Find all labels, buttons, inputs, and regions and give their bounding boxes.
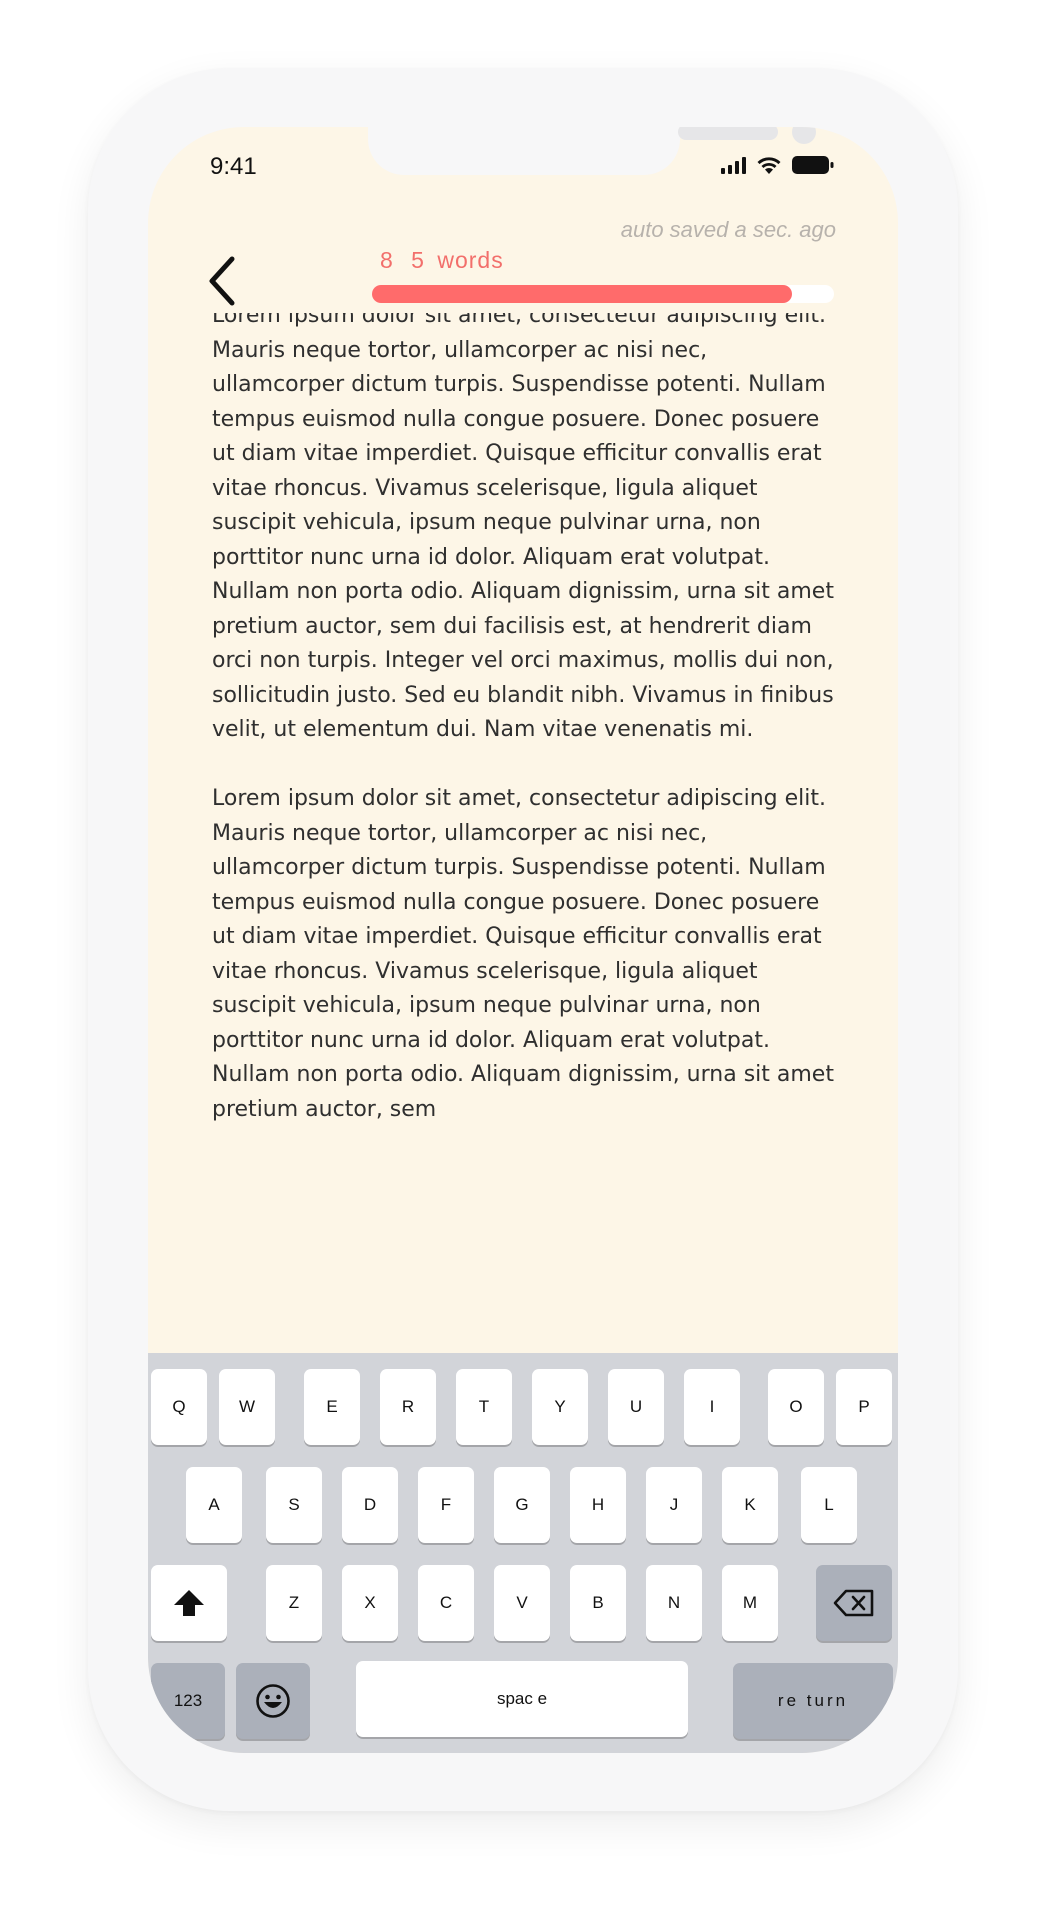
front-camera [792,127,816,144]
backspace-icon [833,1589,874,1617]
editor-paragraph: Lorem ipsum dolor sit amet, consectetur … [212,786,834,1122]
key-a[interactable]: A [186,1467,242,1543]
key-g[interactable]: G [494,1467,550,1543]
backspace-key[interactable] [816,1565,892,1641]
speaker-grille [678,127,778,140]
key-i[interactable]: I [684,1369,740,1445]
key-w[interactable]: W [219,1369,275,1445]
key-r[interactable]: R [380,1369,436,1445]
editor-paragraph: Lorem ipsum dolor sit amet, consectetur … [212,313,834,742]
word-count-number: 8 5 [380,247,430,273]
phone-screen: 9:41 auto saved a sec. ago 8 5 words Lor… [148,127,898,1753]
shift-arrow-icon [174,1590,204,1616]
cellular-signal-icon [721,156,746,174]
key-p[interactable]: P [836,1369,892,1445]
emoji-key[interactable] [236,1663,310,1739]
key-b[interactable]: B [570,1565,626,1641]
space-key[interactable]: spac e [356,1661,688,1737]
text-editor[interactable]: Lorem ipsum dolor sit amet, consectetur … [212,313,834,1354]
key-l[interactable]: L [801,1467,857,1543]
key-q[interactable]: Q [151,1369,207,1445]
key-f[interactable]: F [418,1467,474,1543]
progress-fill [372,285,793,303]
key-n[interactable]: N [646,1565,702,1641]
key-s[interactable]: S [266,1467,322,1543]
key-d[interactable]: D [342,1467,398,1543]
key-e[interactable]: E [304,1369,360,1445]
key-j[interactable]: J [646,1467,702,1543]
return-key[interactable]: re turn [733,1663,893,1739]
notch [368,127,816,175]
key-z[interactable]: Z [266,1565,322,1641]
keyboard: Q W E R T Y U I O P A S D F G H J K L Z … [148,1353,898,1753]
key-h[interactable]: H [570,1467,626,1543]
key-v[interactable]: V [494,1565,550,1641]
autosave-status: auto saved a sec. ago [620,217,836,242]
word-goal-progress-bar [372,285,834,303]
key-c[interactable]: C [418,1565,474,1641]
status-icons [721,155,834,175]
word-count: 8 5 words [380,247,504,274]
battery-icon [792,155,834,175]
status-time: 9:41 [210,153,257,180]
key-u[interactable]: U [608,1369,664,1445]
word-count-label: words [437,247,504,273]
key-t[interactable]: T [456,1369,512,1445]
wifi-icon [756,156,782,175]
numbers-key[interactable]: 123 [151,1663,225,1739]
key-y[interactable]: Y [532,1369,588,1445]
key-o[interactable]: O [768,1369,824,1445]
emoji-smiley-icon [256,1684,290,1718]
shift-key[interactable] [151,1565,227,1641]
key-k[interactable]: K [722,1467,778,1543]
key-m[interactable]: M [722,1565,778,1641]
key-x[interactable]: X [342,1565,398,1641]
back-button[interactable] [204,253,244,309]
chevron-left-icon [209,256,235,306]
